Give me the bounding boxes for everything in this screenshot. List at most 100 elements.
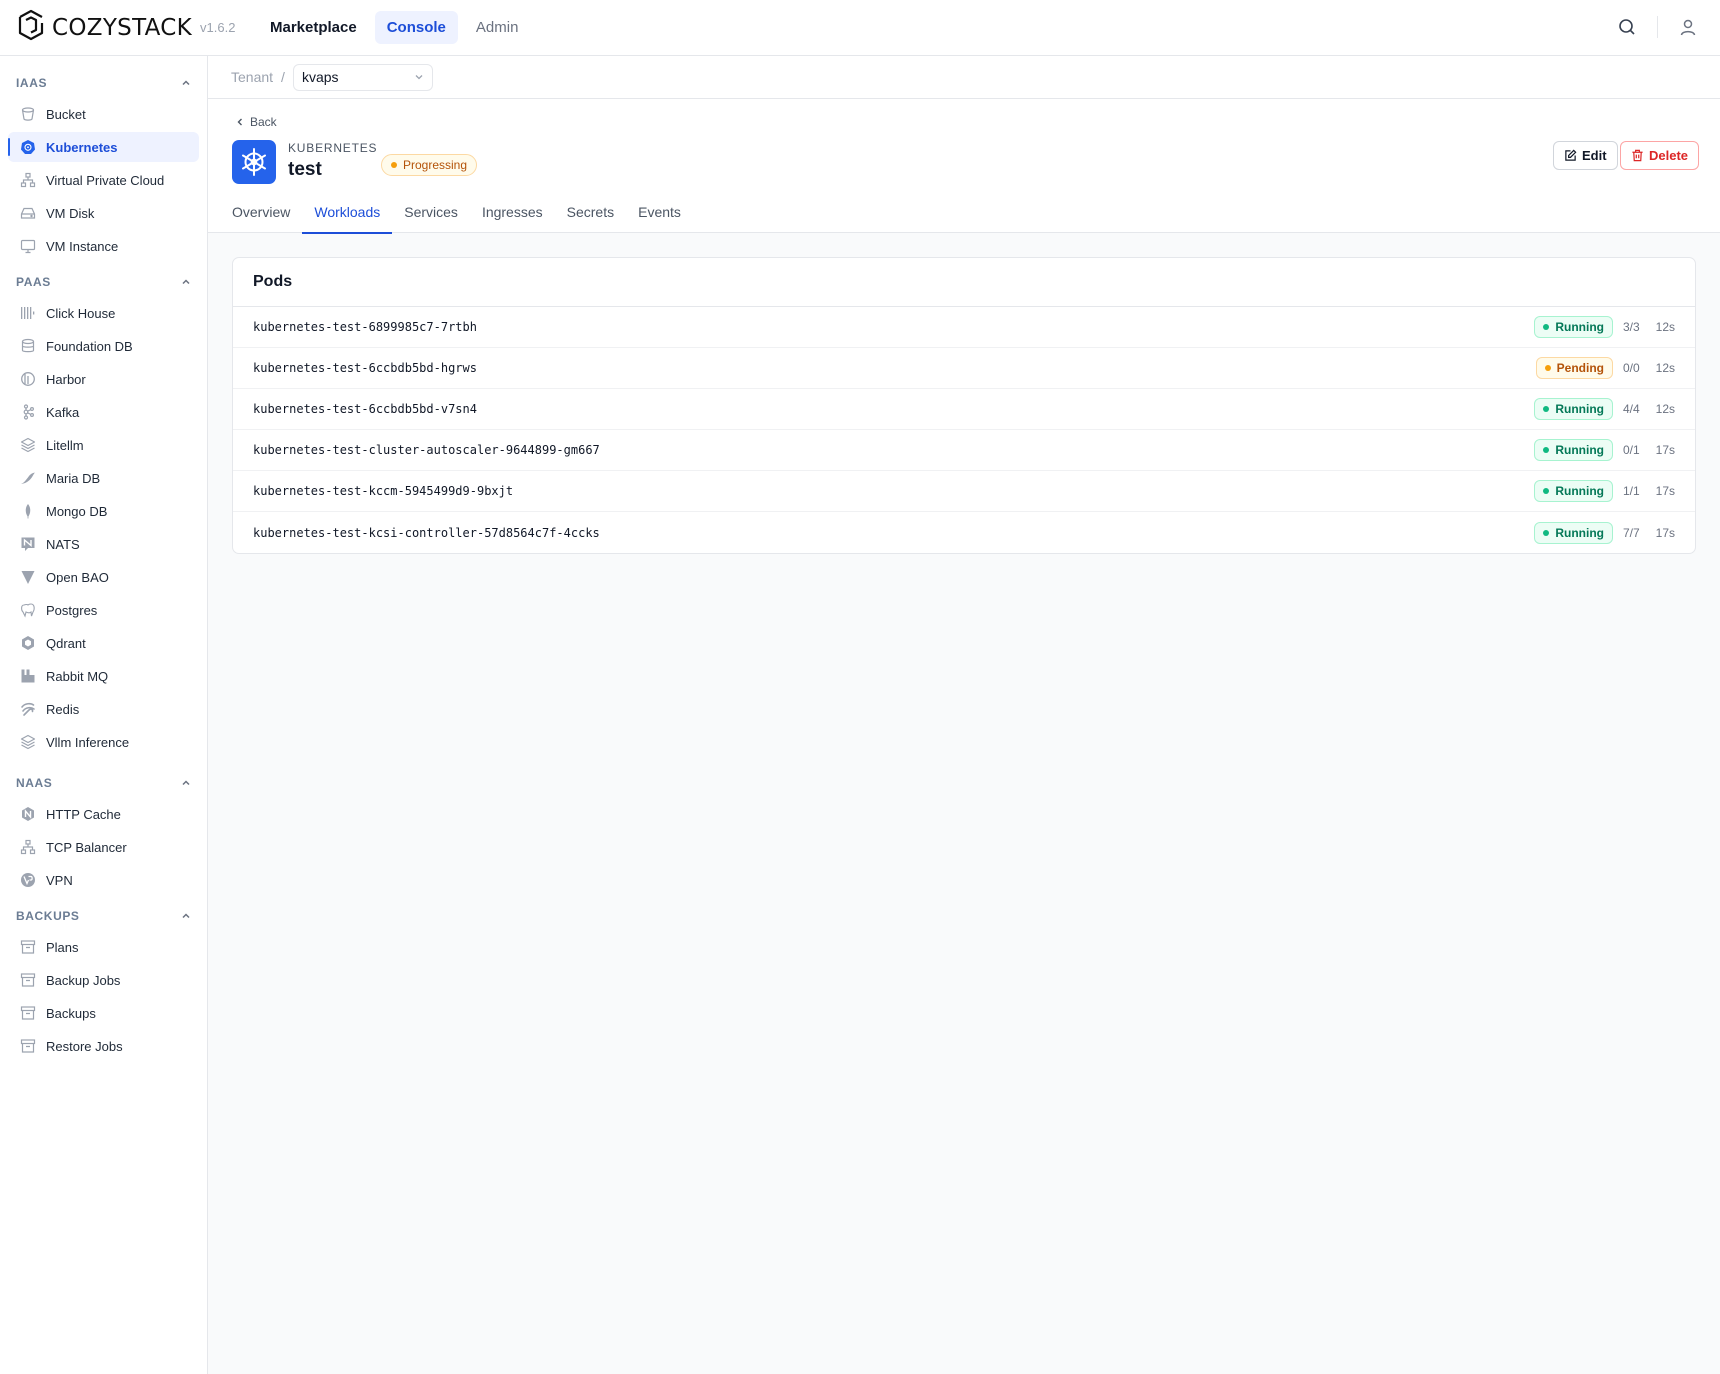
pod-meta: Running 3/3 12s xyxy=(1534,316,1675,338)
sidebar-item-backup-jobs[interactable]: Backup Jobs xyxy=(8,965,199,995)
table-row[interactable]: kubernetes-test-kccm-5945499d9-9bxjt Runn… xyxy=(233,471,1695,512)
tab-ingresses[interactable]: Ingresses xyxy=(470,191,555,233)
tab-events[interactable]: Events xyxy=(626,191,693,233)
section-naas[interactable]: NAAS xyxy=(16,776,192,790)
sidebar-item-qdrant[interactable]: Qdrant xyxy=(8,628,199,658)
sidebar-item-nats[interactable]: NATS xyxy=(8,529,199,559)
sidebar-item-plans[interactable]: Plans xyxy=(8,932,199,962)
nav-console[interactable]: Console xyxy=(374,11,458,44)
sidebar-item-litellm[interactable]: Litellm xyxy=(8,430,199,460)
sidebar-item-label: HTTP Cache xyxy=(46,806,121,822)
pod-name[interactable]: kubernetes-test-6899985c7-7rtbh xyxy=(253,320,477,334)
sidebar-item-label: Redis xyxy=(46,701,80,717)
sidebar-item-click-house[interactable]: Click House xyxy=(8,298,199,328)
section-backups[interactable]: BACKUPS xyxy=(16,909,192,923)
sidebar-item-bucket[interactable]: Bucket xyxy=(8,99,199,129)
sidebar-item-vllm-inference[interactable]: Vllm Inference xyxy=(8,727,199,757)
tab-services[interactable]: Services xyxy=(392,191,470,233)
pod-name[interactable]: kubernetes-test-6ccbdb5bd-v7sn4 xyxy=(253,402,477,416)
sidebar-item-redis[interactable]: Redis xyxy=(8,694,199,724)
pod-status-badge: Pending xyxy=(1535,357,1613,379)
kafka-icon xyxy=(20,404,36,420)
status-dot xyxy=(1544,365,1551,371)
section-iaas[interactable]: IAAS xyxy=(16,76,192,90)
back-link[interactable]: Back xyxy=(235,115,277,129)
table-row[interactable]: kubernetes-test-6899985c7-7rtbh Running 3/… xyxy=(233,307,1695,348)
sidebar-item-label: VPN xyxy=(46,872,73,888)
sidebar-item-vm-disk[interactable]: VM Disk xyxy=(8,198,199,228)
pod-name[interactable]: kubernetes-test-kcsi-controller-57d8564c… xyxy=(253,526,600,540)
status-dot xyxy=(1543,529,1550,536)
section-paas[interactable]: PAAS xyxy=(16,275,192,289)
tab-workloads[interactable]: Workloads xyxy=(302,191,393,234)
sidebar-item-label: Postgres xyxy=(46,602,98,618)
sidebar-item-maria-db[interactable]: Maria DB xyxy=(8,463,199,493)
sidebar-item-label: Virtual Private Cloud xyxy=(46,172,165,188)
sidebar-item-postgres[interactable]: Postgres xyxy=(8,595,199,625)
user-icon[interactable] xyxy=(1678,17,1698,37)
top-nav: Marketplace Console Admin xyxy=(258,11,530,44)
sidebar-item-label: VM Instance xyxy=(46,238,119,254)
nats-icon xyxy=(20,536,36,552)
sidebar-item-open-bao[interactable]: Open BAO xyxy=(8,562,199,592)
delete-label: Delete xyxy=(1649,148,1689,163)
table-row[interactable]: kubernetes-test-6ccbdb5bd-v7sn4 Running 4/… xyxy=(233,389,1695,430)
sidebar-item-rabbit-mq[interactable]: Rabbit MQ xyxy=(8,661,199,691)
sidebar-item-kafka[interactable]: Kafka xyxy=(8,397,199,427)
breadcrumb-tenant[interactable]: Tenant xyxy=(231,69,273,85)
pod-ready: 1/1 xyxy=(1623,484,1640,498)
sidebar-item-http-cache[interactable]: HTTP Cache xyxy=(8,799,199,829)
table-row[interactable]: kubernetes-test-cluster-autoscaler-96448… xyxy=(233,430,1695,471)
pod-age: 12s xyxy=(1655,361,1675,375)
tab-overview[interactable]: Overview xyxy=(220,191,302,233)
edit-icon xyxy=(1565,149,1577,161)
sidebar-item-label: Click House xyxy=(46,305,116,321)
sidebar-item-harbor[interactable]: Harbor xyxy=(8,364,199,394)
sidebar-item-foundation-db[interactable]: Foundation DB xyxy=(8,331,199,361)
pod-status-badge: Running xyxy=(1534,398,1613,420)
nav-admin[interactable]: Admin xyxy=(464,11,531,44)
chevron-left-icon xyxy=(237,118,242,126)
pod-name[interactable]: kubernetes-test-6ccbdb5bd-hgrws xyxy=(253,361,477,375)
status-badge: Progressing xyxy=(381,154,478,176)
table-row[interactable]: kubernetes-test-kcsi-controller-57d8564c… xyxy=(233,512,1695,553)
page-title: test xyxy=(288,159,322,180)
sidebar-item-vm-instance[interactable]: VM Instance xyxy=(8,231,199,261)
tenant-select-value: kvaps xyxy=(301,69,339,85)
pod-status-badge: Running xyxy=(1534,439,1613,461)
sidebar-item-vpn[interactable]: VPN xyxy=(8,865,199,895)
pods-card: Pods kubernetes-test-6899985c7-7rtbh Runn… xyxy=(232,257,1696,554)
archive-icon xyxy=(20,939,36,955)
sidebar-item-label: TCP Balancer xyxy=(46,839,127,855)
kubernetes-icon xyxy=(232,140,276,184)
search-icon[interactable] xyxy=(1617,17,1637,37)
sidebar-item-mongo-db[interactable]: Mongo DB xyxy=(8,496,199,526)
pod-name[interactable]: kubernetes-test-cluster-autoscaler-96448… xyxy=(253,443,600,457)
archive-icon xyxy=(20,1038,36,1054)
top-actions xyxy=(1617,16,1698,38)
sidebar-item-vpc[interactable]: Virtual Private Cloud xyxy=(8,165,199,195)
sidebar-item-tcp-balancer[interactable]: TCP Balancer xyxy=(8,832,199,862)
database-icon xyxy=(20,338,36,354)
network-icon xyxy=(20,839,36,855)
pod-name[interactable]: kubernetes-test-kccm-5945499d9-9bxjt xyxy=(253,484,513,498)
pods-title: Pods xyxy=(233,258,1695,307)
sidebar-item-label: Backup Jobs xyxy=(46,972,121,988)
sidebar-item-kubernetes[interactable]: Kubernetes xyxy=(8,132,199,162)
status-dot xyxy=(1543,447,1550,453)
status-label: Progressing xyxy=(403,158,468,172)
tab-secrets[interactable]: Secrets xyxy=(555,191,626,233)
sidebar-item-backups[interactable]: Backups xyxy=(8,998,199,1028)
sidebar-item-restore-jobs[interactable]: Restore Jobs xyxy=(8,1031,199,1061)
pod-ready: 0/1 xyxy=(1623,443,1640,457)
mongodb-leaf-icon xyxy=(20,503,36,519)
brand[interactable]: COZYSTACK v1.6.2 xyxy=(16,8,235,47)
tenant-select[interactable]: kvaps xyxy=(292,63,433,91)
delete-button[interactable]: Delete xyxy=(1620,141,1700,170)
table-row[interactable]: kubernetes-test-6ccbdb5bd-hgrws Pending 0/… xyxy=(233,348,1695,389)
breadcrumb-separator: / xyxy=(281,69,285,85)
nav-marketplace[interactable]: Marketplace xyxy=(258,11,369,44)
pod-ready: 4/4 xyxy=(1623,402,1640,416)
edit-button[interactable]: Edit xyxy=(1553,141,1618,170)
pod-ready: 0/0 xyxy=(1623,361,1640,375)
